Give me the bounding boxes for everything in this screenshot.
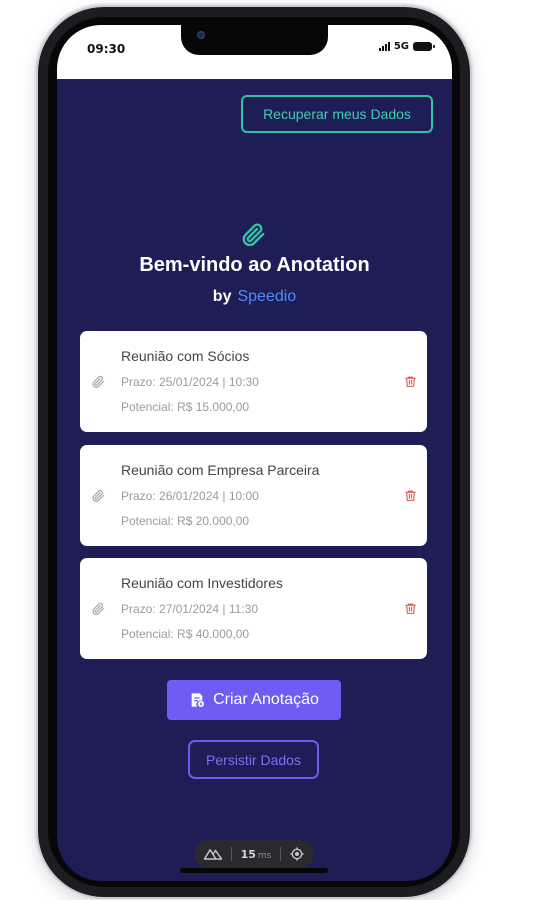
- trash-icon[interactable]: [404, 374, 417, 389]
- render-time-value: 15: [240, 847, 256, 861]
- welcome-title: Bem-vindo ao Anotation: [139, 254, 370, 276]
- create-note-label: Criar Anotação: [213, 691, 319, 708]
- nuxt-logo-icon[interactable]: [203, 847, 223, 861]
- note-deadline: Prazo: 26/01/2024 | 10:00: [121, 489, 259, 503]
- paperclip-icon: [92, 602, 105, 615]
- trash-icon[interactable]: [404, 488, 417, 503]
- note-card[interactable]: Reunião com Investidores Prazo: 27/01/20…: [80, 558, 427, 659]
- toolbar-divider: [231, 847, 233, 861]
- note-card[interactable]: Reunião com Empresa Parceira Prazo: 26/0…: [80, 445, 427, 546]
- note-add-icon: [191, 693, 205, 707]
- crosshair-icon[interactable]: [289, 846, 305, 862]
- note-deadline: Prazo: 25/01/2024 | 10:30: [121, 375, 259, 389]
- front-camera-icon: [197, 31, 205, 39]
- paperclip-icon: [92, 375, 105, 388]
- app-screen: 09:30 5G Recuperar meus Dados Bem-vindo …: [57, 25, 452, 881]
- note-card[interactable]: Reunião com Sócios Prazo: 25/01/2024 | 1…: [80, 331, 427, 432]
- power-button: [470, 248, 474, 342]
- network-type: 5G: [393, 41, 409, 52]
- signal-icon: [378, 42, 390, 51]
- paperclip-icon: [242, 223, 265, 247]
- status-bar: 09:30 5G: [57, 25, 452, 79]
- recover-data-button[interactable]: Recuperar meus Dados: [241, 95, 433, 133]
- note-deadline: Prazo: 27/01/2024 | 11:30: [121, 602, 258, 616]
- paperclip-icon: [92, 489, 105, 502]
- home-indicator: [180, 868, 328, 873]
- brand-link[interactable]: Speedio: [237, 288, 296, 305]
- note-title: Reunião com Empresa Parceira: [121, 462, 320, 478]
- status-time: 09:30: [87, 42, 126, 56]
- render-time: 15 ms: [241, 848, 272, 861]
- status-indicators: 5G: [378, 41, 435, 52]
- create-note-button[interactable]: Criar Anotação: [167, 680, 341, 720]
- notch: [181, 25, 328, 55]
- persist-data-button[interactable]: Persistir Dados: [188, 740, 319, 779]
- by-label: by: [212, 288, 232, 305]
- battery-icon: [413, 42, 435, 51]
- note-title: Reunião com Investidores: [121, 575, 283, 591]
- render-time-unit: ms: [257, 850, 272, 861]
- note-potential: Potencial: R$ 15.000,00: [121, 400, 250, 414]
- byline: by Speedio: [57, 288, 452, 306]
- toolbar-divider: [279, 847, 281, 861]
- note-title: Reunião com Sócios: [121, 348, 250, 364]
- trash-icon[interactable]: [404, 601, 417, 616]
- note-potential: Potencial: R$ 20.000,00: [121, 514, 250, 528]
- dev-toolbar[interactable]: 15 ms: [194, 840, 314, 868]
- note-potential: Potencial: R$ 40.000,00: [121, 627, 250, 641]
